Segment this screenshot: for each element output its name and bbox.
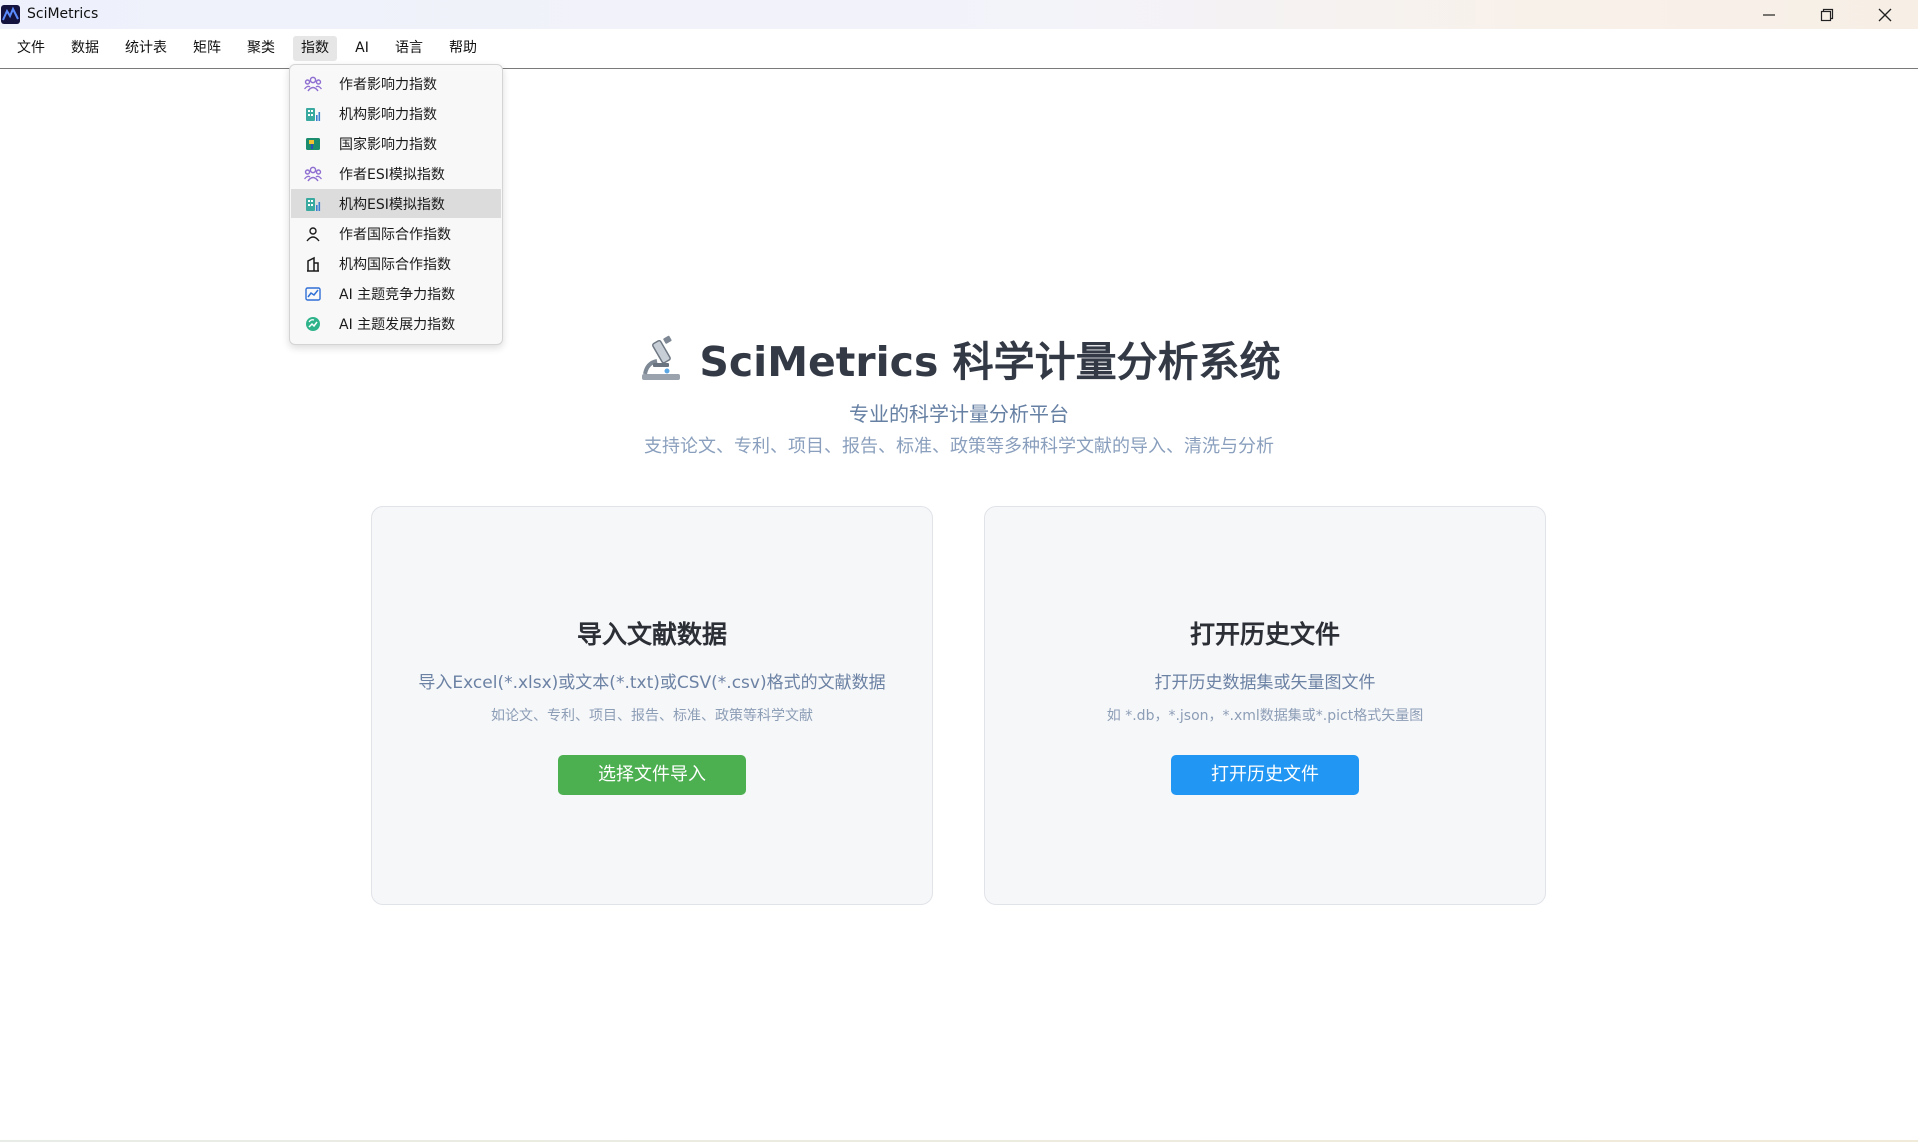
microscope-icon: [642, 335, 681, 380]
menu-item-author-esi-index[interactable]: 作者ESI模拟指数: [291, 159, 501, 188]
menu-item-institution-esi-index[interactable]: 机构ESI模拟指数: [291, 189, 501, 218]
hero-description: 支持论文、专利、项目、报告、标准、政策等多种科学文献的导入、清洗与分析: [644, 436, 1274, 457]
menu-item-label: 作者ESI模拟指数: [339, 166, 445, 183]
flag-icon: [303, 134, 323, 154]
menu-item-author-impact-index[interactable]: 作者影响力指数: [291, 69, 501, 98]
restore-button[interactable]: [1798, 0, 1856, 29]
people-group-icon: [303, 164, 323, 184]
menu-item-label: AI 主题竞争力指数: [339, 286, 456, 303]
menu-item-institution-intl-cooperation-index[interactable]: 机构国际合作指数: [291, 249, 501, 278]
minimize-button[interactable]: [1740, 0, 1798, 29]
building-icon: [303, 254, 323, 274]
title-bar: SciMetrics: [0, 0, 1918, 29]
menu-item-label: 机构影响力指数: [339, 106, 437, 123]
menu-item-label: 机构国际合作指数: [339, 256, 451, 273]
import-card-description: 导入Excel(*.xlsx)或文本(*.txt)或CSV(*.csv)格式的文…: [418, 673, 886, 693]
menu-bar: 文件 数据 统计表 矩阵 聚类 指数 AI 语言 帮助: [0, 29, 1918, 69]
building-chart-icon: [303, 104, 323, 124]
menu-statistics[interactable]: 统计表: [117, 36, 175, 61]
menu-index[interactable]: 指数: [293, 36, 337, 61]
open-history-button[interactable]: 打开历史文件: [1171, 755, 1359, 795]
hero-subtitle: 专业的科学计量分析平台: [849, 402, 1069, 426]
menu-item-label: 作者影响力指数: [339, 76, 437, 93]
menu-item-institution-impact-index[interactable]: 机构影响力指数: [291, 99, 501, 128]
menu-item-label: 作者国际合作指数: [339, 226, 451, 243]
menu-item-country-impact-index[interactable]: 国家影响力指数: [291, 129, 501, 158]
import-file-button[interactable]: 选择文件导入: [558, 755, 746, 795]
history-card-hint: 如 *.db，*.json，*.xml数据集或*.pict格式矢量图: [1106, 708, 1424, 724]
menu-language[interactable]: 语言: [387, 36, 431, 61]
index-dropdown-menu: 作者影响力指数 机构影响力指数 国家影响力指数 作者ESI模拟指数 机构ESI模…: [289, 64, 503, 345]
page-title: SciMetrics 科学计量分析系统: [699, 338, 1281, 386]
menu-matrix[interactable]: 矩阵: [185, 36, 229, 61]
history-card-description: 打开历史数据集或矢量图文件: [1154, 673, 1376, 693]
menu-data[interactable]: 数据: [63, 36, 107, 61]
menu-cluster[interactable]: 聚类: [239, 36, 283, 61]
menu-file[interactable]: 文件: [9, 36, 53, 61]
people-group-icon: [303, 74, 323, 94]
close-icon: [1878, 8, 1892, 21]
minimize-icon: [1763, 13, 1775, 16]
hero-title-row: SciMetrics 科学计量分析系统: [0, 330, 1918, 386]
menu-item-label: 国家影响力指数: [339, 136, 437, 153]
line-chart-icon: [303, 284, 323, 304]
menu-item-ai-topic-development-index[interactable]: AI 主题发展力指数: [291, 309, 501, 338]
import-card: 导入文献数据 导入Excel(*.xlsx)或文本(*.txt)或CSV(*.c…: [371, 506, 933, 905]
import-card-title: 导入文献数据: [576, 620, 727, 649]
close-button[interactable]: [1856, 0, 1914, 29]
restore-icon: [1820, 8, 1834, 21]
growth-icon: [303, 314, 323, 334]
menu-help[interactable]: 帮助: [441, 36, 485, 61]
history-card: 打开历史文件 打开历史数据集或矢量图文件 如 *.db，*.json，*.xml…: [984, 506, 1546, 905]
menu-item-author-intl-cooperation-index[interactable]: 作者国际合作指数: [291, 219, 501, 248]
menu-item-label: AI 主题发展力指数: [339, 316, 456, 333]
menu-ai[interactable]: AI: [347, 36, 377, 61]
import-card-hint: 如论文、专利、项目、报告、标准、政策等科学文献: [491, 708, 813, 724]
building-chart-icon: [303, 194, 323, 214]
menu-item-ai-topic-competitiveness-index[interactable]: AI 主题竞争力指数: [291, 279, 501, 308]
menu-item-label: 机构ESI模拟指数: [339, 196, 445, 213]
window-title: SciMetrics: [27, 6, 99, 22]
history-card-title: 打开历史文件: [1189, 620, 1340, 649]
person-icon: [303, 224, 323, 244]
app-logo-icon: [1, 5, 20, 24]
